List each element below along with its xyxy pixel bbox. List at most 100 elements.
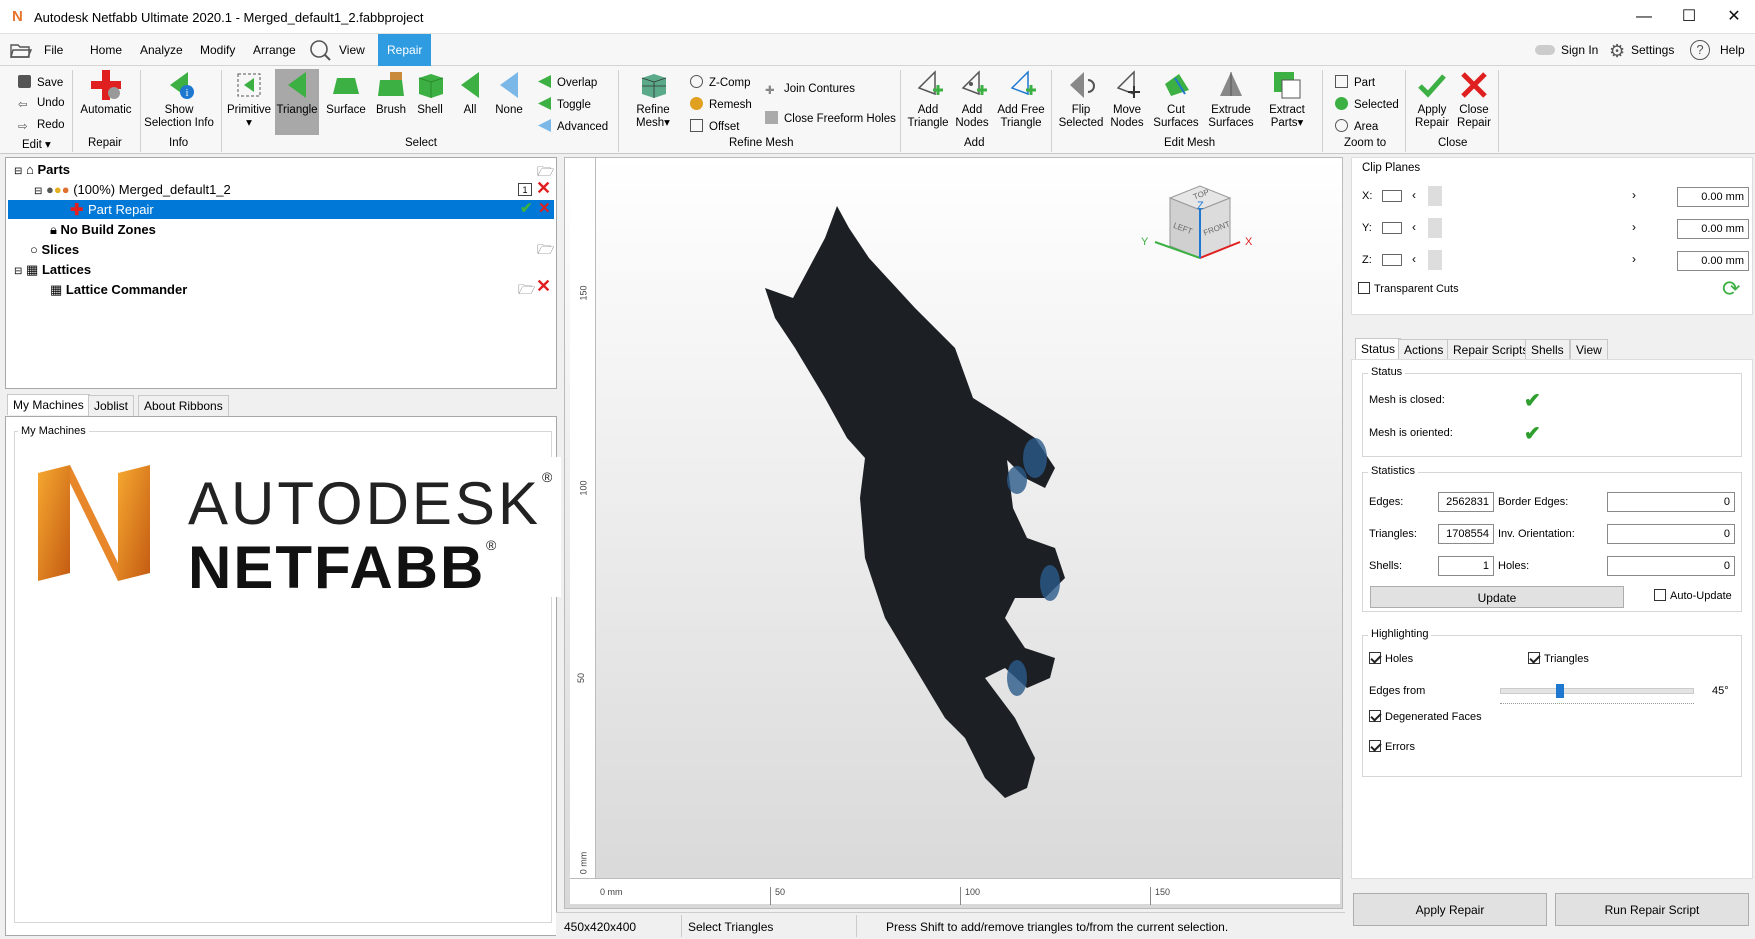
tree-item-lattices[interactable]: ⊟ ▦ Lattices bbox=[14, 262, 91, 278]
edges-angle-slider[interactable] bbox=[1500, 684, 1694, 704]
menu-arrange[interactable]: Arrange bbox=[253, 43, 296, 57]
cut-surfaces-button[interactable]: Cut Surfaces bbox=[1150, 70, 1202, 130]
refresh-icon[interactable]: ⟳ bbox=[1722, 276, 1740, 302]
join-contures-button[interactable]: ✚ Join Contures bbox=[765, 83, 855, 97]
clip-z-slider[interactable]: ‹ › bbox=[1412, 250, 1642, 270]
tab-repair-scripts[interactable]: Repair Scripts bbox=[1447, 339, 1535, 360]
close-repair-ribbon-button[interactable]: Close Repair bbox=[1452, 70, 1496, 130]
apply-repair-ribbon-button[interactable]: Apply Repair bbox=[1410, 70, 1454, 130]
tree-item-no-build-zones[interactable]: 🔒︎ No Build Zones bbox=[50, 222, 156, 238]
run-repair-script-button[interactable]: Run Repair Script bbox=[1555, 893, 1749, 926]
menu-repair[interactable]: Repair bbox=[378, 34, 432, 66]
cancel-x-icon[interactable]: ✕ bbox=[538, 199, 551, 217]
sign-in-link[interactable]: Sign In bbox=[1561, 43, 1598, 57]
selection-info-icon: i bbox=[170, 72, 194, 99]
zoom-area-button[interactable]: Area bbox=[1335, 119, 1378, 133]
triangles-checkbox[interactable]: Triangles bbox=[1528, 652, 1589, 665]
save-button[interactable]: Save bbox=[18, 75, 63, 89]
view-cube[interactable]: TOP LEFT FRONT X Y Z bbox=[1135, 178, 1265, 288]
tab-my-machines[interactable]: My Machines bbox=[7, 394, 90, 415]
tree-item-lattice-commander[interactable]: ▦ Lattice Commander bbox=[50, 282, 187, 298]
offset-button[interactable]: Offset bbox=[690, 119, 739, 133]
degenerated-faces-checkbox[interactable]: Degenerated Faces bbox=[1369, 710, 1482, 723]
advanced-button[interactable]: Advanced bbox=[538, 119, 608, 133]
add-free-triangle-button[interactable]: Add Free Triangle bbox=[994, 70, 1048, 130]
cat-mesh-model[interactable] bbox=[765, 198, 1125, 838]
triangle-select-button[interactable]: Triangle bbox=[275, 69, 319, 135]
3d-viewport[interactable]: 150 100 50 0 mm 0 mm 50 100 150 TOP LEFT… bbox=[564, 157, 1343, 909]
clip-z-toggle[interactable] bbox=[1382, 254, 1402, 266]
show-label: Show bbox=[164, 104, 194, 116]
tree-item-slices[interactable]: ○ Slices bbox=[30, 242, 79, 257]
add-nodes-button[interactable]: Add Nodes bbox=[951, 70, 993, 130]
menu-analyze[interactable]: Analyze bbox=[140, 43, 183, 57]
help-icon[interactable]: ? bbox=[1690, 40, 1710, 60]
z-comp-button[interactable]: Z-Comp bbox=[690, 75, 751, 89]
tab-shells[interactable]: Shells bbox=[1525, 339, 1570, 360]
update-button[interactable]: Update bbox=[1370, 586, 1624, 608]
remove-lattice-icon[interactable]: ✕ bbox=[536, 276, 551, 297]
folder-icon[interactable]: 🗁 bbox=[537, 239, 554, 263]
surface-select-button[interactable]: Surface bbox=[323, 70, 369, 117]
search-icon[interactable] bbox=[309, 39, 331, 61]
flip-selected-button[interactable]: Flip Selected bbox=[1055, 70, 1107, 130]
overlap-button[interactable]: Overlap bbox=[538, 75, 597, 89]
clip-y-value[interactable]: 0.00 mm bbox=[1677, 219, 1749, 239]
tab-view[interactable]: View bbox=[1570, 339, 1608, 360]
axis-x-label: X bbox=[1245, 236, 1253, 248]
undo-button[interactable]: ⇦ Undo bbox=[18, 97, 65, 111]
transparent-cuts-checkbox[interactable]: Transparent Cuts bbox=[1358, 282, 1459, 295]
toggle-button[interactable]: Toggle bbox=[538, 97, 591, 111]
close-window-button[interactable]: ✕ bbox=[1714, 4, 1754, 30]
redo-button[interactable]: ⇨ Redo bbox=[18, 119, 65, 133]
shell-select-button[interactable]: Shell bbox=[413, 70, 447, 117]
tab-status[interactable]: Status bbox=[1355, 338, 1402, 359]
select-all-button[interactable]: All bbox=[455, 70, 485, 117]
apply-check-icon[interactable]: ✔ bbox=[520, 199, 533, 217]
settings-link[interactable]: Settings bbox=[1631, 43, 1674, 57]
slider-thumb[interactable] bbox=[1555, 684, 1564, 698]
holes-checkbox[interactable]: Holes bbox=[1369, 652, 1413, 665]
remove-part-icon[interactable]: ✕ bbox=[536, 178, 551, 199]
clip-y-slider[interactable]: ‹ › bbox=[1412, 218, 1642, 238]
clip-x-slider[interactable]: ‹ › bbox=[1412, 186, 1642, 206]
tree-item-parts[interactable]: ⊟ ⌂ Parts bbox=[14, 162, 70, 177]
select-none-button[interactable]: None bbox=[494, 70, 524, 117]
move-nodes-button[interactable]: Move Nodes bbox=[1106, 70, 1148, 130]
maximize-button[interactable]: ☐ bbox=[1669, 4, 1709, 30]
tab-about-ribbons[interactable]: About Ribbons bbox=[138, 395, 229, 416]
primitive-button[interactable]: Primitive ▾ bbox=[226, 70, 272, 130]
open-folder-icon[interactable] bbox=[10, 41, 32, 59]
zoom-selected-button[interactable]: Selected bbox=[1335, 97, 1399, 111]
gear-icon[interactable]: ⚙ bbox=[1609, 41, 1625, 62]
tab-joblist[interactable]: Joblist bbox=[88, 395, 135, 416]
folder-icon[interactable]: 🗁 bbox=[518, 279, 535, 303]
minimize-button[interactable]: — bbox=[1624, 4, 1664, 30]
add-triangle-button[interactable]: Add Triangle bbox=[904, 70, 952, 130]
apply-repair-button[interactable]: Apply Repair bbox=[1353, 893, 1547, 926]
show-selection-info-button[interactable]: i Show Selection Info bbox=[144, 70, 214, 130]
refine-mesh-button[interactable]: Refine Mesh▾ bbox=[630, 70, 676, 130]
clip-z-value[interactable]: 0.00 mm bbox=[1677, 251, 1749, 271]
remesh-button[interactable]: Remesh bbox=[690, 97, 752, 111]
automatic-repair-button[interactable]: Automatic bbox=[80, 70, 132, 117]
menu-home[interactable]: Home bbox=[90, 43, 122, 57]
tab-actions[interactable]: Actions bbox=[1398, 339, 1450, 360]
close-freeform-holes-button[interactable]: Close Freeform Holes bbox=[765, 111, 896, 125]
help-link[interactable]: Help bbox=[1720, 43, 1745, 57]
clip-y-toggle[interactable] bbox=[1382, 222, 1402, 234]
menu-file[interactable]: File bbox=[44, 43, 63, 57]
extrude-surfaces-button[interactable]: Extrude Surfaces bbox=[1203, 70, 1259, 130]
zoom-part-button[interactable]: Part bbox=[1335, 75, 1375, 89]
brush-select-button[interactable]: Brush bbox=[371, 70, 411, 117]
auto-update-checkbox[interactable]: Auto-Update bbox=[1654, 589, 1732, 602]
errors-checkbox[interactable]: Errors bbox=[1369, 740, 1415, 753]
clip-x-value[interactable]: 0.00 mm bbox=[1677, 187, 1749, 207]
extract-parts-button[interactable]: Extract Parts▾ bbox=[1262, 70, 1312, 130]
edit-dropdown[interactable]: Edit ▾ bbox=[22, 137, 51, 151]
tree-item-part-repair[interactable]: ✚ Part Repair ✔ ✕ bbox=[8, 200, 554, 219]
tree-item-merged[interactable]: ⊟ ●●● (100%) Merged_default1_2 bbox=[34, 182, 231, 197]
menu-modify[interactable]: Modify bbox=[200, 43, 235, 57]
clip-x-toggle[interactable] bbox=[1382, 190, 1402, 202]
menu-view[interactable]: View bbox=[339, 43, 365, 57]
